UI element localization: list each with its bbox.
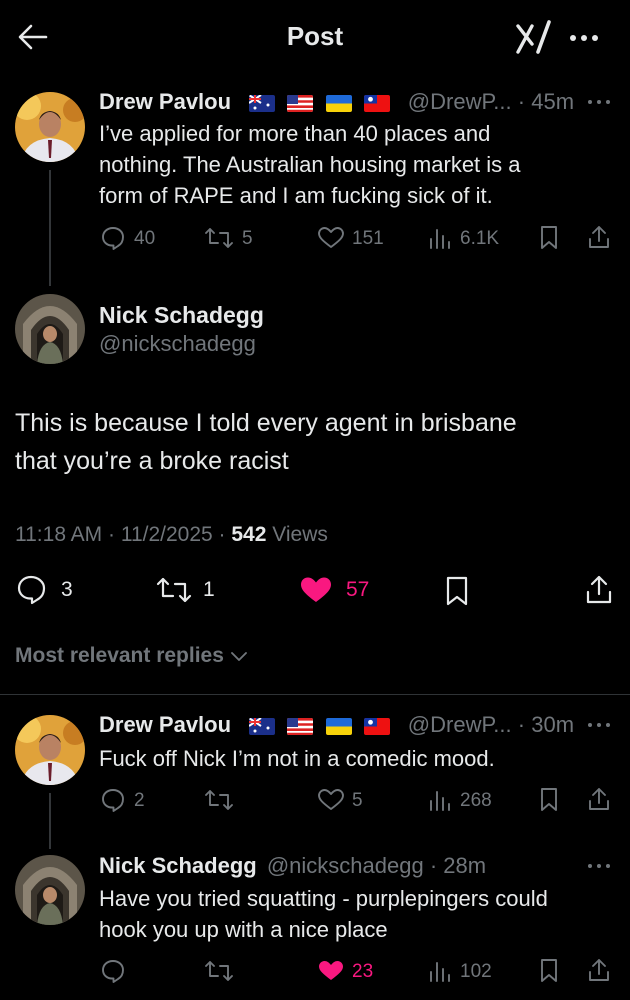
share-icon[interactable] bbox=[584, 573, 614, 605]
bookmark-icon[interactable] bbox=[538, 958, 560, 984]
replies-sort-dropdown[interactable]: Most relevant replies bbox=[15, 642, 248, 670]
post-time[interactable]: 30m bbox=[531, 712, 574, 737]
reply-icon[interactable] bbox=[100, 225, 126, 251]
views-label: Views bbox=[272, 523, 328, 546]
author-handle[interactable]: @DrewP... bbox=[408, 89, 512, 114]
views-icon[interactable] bbox=[428, 227, 452, 249]
share-icon[interactable] bbox=[587, 224, 611, 250]
australia-flag-icon bbox=[249, 717, 276, 735]
author-name[interactable]: Nick Schadegg bbox=[99, 853, 257, 878]
views-count: 102 bbox=[460, 961, 492, 982]
views-count: 542 bbox=[231, 523, 267, 546]
chevron-down-icon bbox=[230, 649, 248, 663]
like-count: 57 bbox=[346, 578, 370, 601]
like-icon[interactable] bbox=[317, 226, 345, 250]
drew-avatar[interactable] bbox=[15, 715, 85, 785]
dot-separator: · bbox=[511, 712, 532, 737]
more-options-icon[interactable] bbox=[568, 28, 602, 48]
post-time[interactable]: 28m bbox=[443, 853, 486, 878]
text-line: I’ve applied for more than 40 places and bbox=[99, 121, 491, 146]
reply1-header: Drew Pavlou @DrewP... · 30m bbox=[99, 711, 574, 739]
main-author-handle[interactable]: @nickschadegg bbox=[99, 330, 256, 358]
parent-more-icon[interactable] bbox=[586, 98, 612, 106]
dot-separator: · bbox=[511, 89, 532, 114]
parent-post-text: I’ve applied for more than 40 places and… bbox=[99, 118, 614, 211]
bookmark-icon[interactable] bbox=[538, 787, 560, 813]
repost-count: 1 bbox=[203, 578, 215, 601]
repost-icon[interactable] bbox=[204, 788, 234, 812]
views-count: 6.1K bbox=[460, 228, 500, 249]
author-handle[interactable]: @DrewP... bbox=[408, 712, 512, 737]
like-count: 151 bbox=[352, 228, 384, 249]
text-line: Have you tried squatting - purplepingers… bbox=[99, 886, 548, 911]
repost-icon[interactable] bbox=[204, 226, 234, 250]
like-count: 5 bbox=[352, 790, 363, 811]
reply2-header: Nick Schadegg @nickschadegg · 28m bbox=[99, 852, 486, 880]
main-post-text: This is because I told every agent in br… bbox=[15, 404, 615, 480]
reply-count: 2 bbox=[134, 790, 145, 811]
like-count: 23 bbox=[352, 961, 374, 982]
repost-count: 5 bbox=[242, 228, 253, 249]
main-author-name[interactable]: Nick Schadegg bbox=[99, 300, 264, 330]
replies-sort-label: Most relevant replies bbox=[15, 644, 224, 667]
bookmark-icon[interactable] bbox=[443, 575, 471, 607]
post-time[interactable]: 45m bbox=[531, 89, 574, 114]
text-line: This is because I told every agent in br… bbox=[15, 409, 517, 437]
share-icon[interactable] bbox=[587, 957, 611, 983]
post-timestamp: 11:18 AM · 11/2/2025 · bbox=[15, 523, 226, 546]
post-meta: 11:18 AM · 11/2/2025 · 542 Views bbox=[15, 521, 328, 549]
taiwan-flag-icon bbox=[363, 94, 390, 112]
parent-post-header: Drew Pavlou @DrewP... · 45m bbox=[99, 88, 574, 116]
reply2-more-icon[interactable] bbox=[586, 862, 612, 870]
like-icon[interactable] bbox=[317, 788, 345, 812]
grok-icon[interactable] bbox=[514, 20, 554, 56]
views-icon[interactable] bbox=[428, 960, 452, 982]
dot-separator: · bbox=[423, 853, 444, 878]
views-count: 268 bbox=[460, 790, 492, 811]
bookmark-icon[interactable] bbox=[538, 225, 560, 251]
thread-line bbox=[49, 170, 51, 286]
text-line: form of RAPE and I am fucking sick of it… bbox=[99, 183, 493, 208]
reply1-text: Fuck off Nick I’m not in a comedic mood. bbox=[99, 746, 495, 771]
liked-heart-icon[interactable] bbox=[299, 575, 333, 605]
divider bbox=[0, 694, 630, 695]
reply1-more-icon[interactable] bbox=[586, 721, 612, 729]
text-line: hook you up with a nice place bbox=[99, 917, 388, 942]
ukraine-flag-icon bbox=[325, 717, 352, 735]
nick-avatar[interactable] bbox=[15, 294, 85, 364]
australia-flag-icon bbox=[249, 94, 276, 112]
share-icon[interactable] bbox=[587, 786, 611, 812]
repost-icon[interactable] bbox=[156, 575, 192, 605]
drew-avatar[interactable] bbox=[15, 92, 85, 162]
reply-count: 40 bbox=[134, 228, 156, 249]
author-handle[interactable]: @nickschadegg bbox=[267, 853, 424, 878]
usa-flag-icon bbox=[287, 717, 314, 735]
thread-line bbox=[49, 793, 51, 849]
nick-avatar[interactable] bbox=[15, 855, 85, 925]
usa-flag-icon bbox=[287, 94, 314, 112]
reply-count: 3 bbox=[61, 578, 73, 601]
reply2-text: Have you tried squatting - purplepingers… bbox=[99, 883, 614, 945]
text-line: nothing. The Australian housing market i… bbox=[99, 152, 521, 177]
ukraine-flag-icon bbox=[325, 94, 352, 112]
views-icon[interactable] bbox=[428, 789, 452, 811]
taiwan-flag-icon bbox=[363, 717, 390, 735]
liked-heart-icon[interactable] bbox=[317, 959, 345, 983]
repost-icon[interactable] bbox=[204, 959, 234, 983]
reply-icon[interactable] bbox=[100, 787, 126, 813]
author-name[interactable]: Drew Pavlou bbox=[99, 712, 231, 737]
text-line: that you’re a broke racist bbox=[15, 447, 289, 475]
reply-icon[interactable] bbox=[15, 574, 47, 606]
author-name[interactable]: Drew Pavlou bbox=[99, 89, 231, 114]
reply-icon[interactable] bbox=[100, 958, 126, 984]
